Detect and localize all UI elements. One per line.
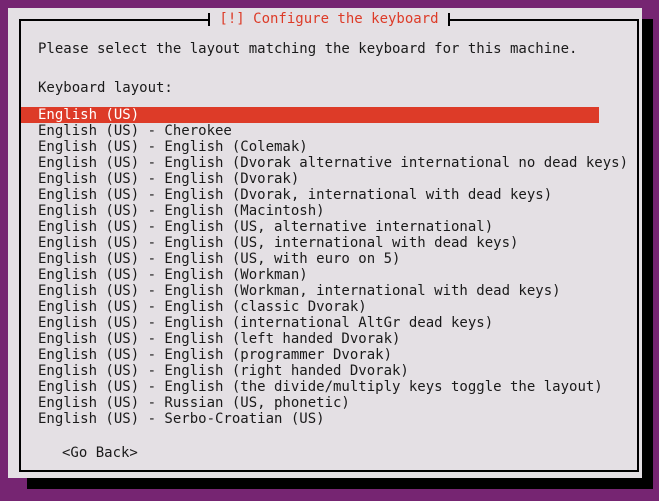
list-item[interactable]: English (US) - English (Workman, interna…	[21, 283, 637, 299]
list-item[interactable]: English (US) - English (Colemak)	[21, 139, 637, 155]
dialog-content: Please select the layout matching the ke…	[21, 21, 637, 470]
list-item[interactable]: English (US)	[21, 107, 599, 123]
go-back-button[interactable]: <Go Back>	[62, 445, 138, 461]
list-item[interactable]: English (US) - English (Dvorak)	[21, 171, 637, 187]
list-item[interactable]: English (US) - Russian (US, phonetic)	[21, 395, 637, 411]
list-item[interactable]: English (US) - English (right handed Dvo…	[21, 363, 637, 379]
list-item[interactable]: English (US) - English (classic Dvorak)	[21, 299, 637, 315]
list-item[interactable]: English (US) - English (Workman)	[21, 267, 637, 283]
list-item[interactable]: English (US) - English (left handed Dvor…	[21, 331, 637, 347]
installer-screen: [!] Configure the keyboard Please select…	[0, 0, 659, 501]
keyboard-layout-label: Keyboard layout:	[38, 80, 173, 96]
instruction-text: Please select the layout matching the ke…	[38, 41, 578, 57]
list-item[interactable]: English (US) - Serbo-Croatian (US)	[21, 411, 637, 427]
list-item[interactable]: English (US) - English (US, with euro on…	[21, 251, 637, 267]
list-item[interactable]: English (US) - English (international Al…	[21, 315, 637, 331]
list-item[interactable]: English (US) - English (Dvorak alternati…	[21, 155, 637, 171]
list-item[interactable]: English (US) - English (the divide/multi…	[21, 379, 637, 395]
list-item[interactable]: English (US) - English (Dvorak, internat…	[21, 187, 637, 203]
dialog-button-row: <Go Back>	[21, 445, 637, 461]
list-item[interactable]: English (US) - English (programmer Dvora…	[21, 347, 637, 363]
list-item[interactable]: English (US) - English (US, internationa…	[21, 235, 637, 251]
list-item[interactable]: English (US) - Cherokee	[21, 123, 637, 139]
list-item[interactable]: English (US) - English (US, alternative …	[21, 219, 637, 235]
keyboard-layout-list[interactable]: English (US) English (US) - Cherokee Engli…	[21, 107, 637, 427]
configure-keyboard-dialog: [!] Configure the keyboard Please select…	[8, 8, 642, 478]
list-item[interactable]: English (US) - English (Macintosh)	[21, 203, 637, 219]
